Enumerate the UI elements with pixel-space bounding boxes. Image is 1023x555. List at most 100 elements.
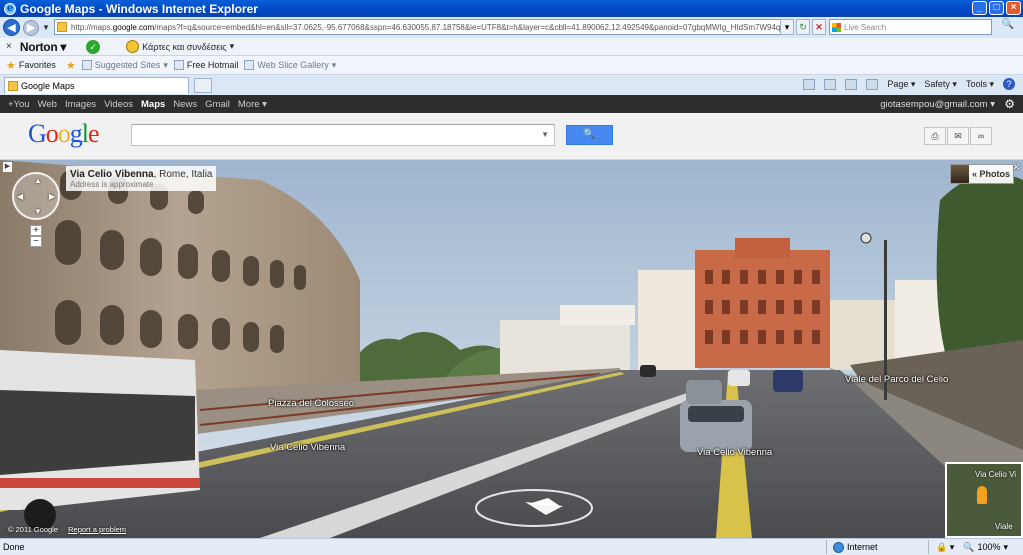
url-field[interactable]: http://maps. google.com/maps?f=q&source=e… [54, 19, 792, 35]
back-button[interactable]: ◀ [3, 19, 20, 36]
security-zone[interactable]: Internet [833, 541, 878, 553]
photos-button[interactable]: « Photos [949, 164, 1014, 184]
email-button[interactable]: ✉ [947, 127, 969, 145]
arrow-left-icon: ◀ [7, 22, 16, 34]
gbar-link-gmail[interactable]: Gmail [205, 99, 230, 110]
magnifier-zoom-icon: 🔍 [963, 541, 975, 552]
gbar-link-videos[interactable]: Videos [104, 99, 133, 110]
refresh-button[interactable]: ↻ [796, 19, 810, 35]
tools-menu-label: Tools [965, 78, 987, 89]
favorites-button[interactable]: ★ Favorites [6, 59, 56, 72]
safety-menu-label: Safety [924, 78, 950, 89]
protected-mode-icon[interactable]: 🔒 ▾ [936, 542, 954, 553]
google-logo[interactable]: Google [28, 119, 100, 149]
printer-icon: ⎙ [931, 131, 939, 141]
help-icon[interactable]: ? [1003, 78, 1015, 90]
zoom-in-button[interactable]: + [30, 225, 42, 236]
gbar-link-web[interactable]: Web [38, 99, 57, 110]
report-problem-link[interactable]: Report a problem [68, 525, 126, 534]
gbar-link-maps[interactable]: Maps [141, 99, 165, 110]
history-dropdown-icon[interactable]: ▼ [42, 23, 50, 32]
maps-search-input[interactable]: ▼ [131, 124, 555, 146]
web-slice-gallery-link[interactable]: Web Slice Gallery ▾ [244, 60, 336, 71]
street-view-minimap[interactable]: Via Celio Vi Viale [945, 462, 1023, 538]
norton-logo-text: Norton [19, 39, 58, 54]
web-slice-gallery-label: Web Slice Gallery [257, 60, 329, 70]
status-divider [826, 540, 827, 554]
tab-bar: Google Maps Page ▾ Safety ▾ Tools ▾ ? [0, 75, 1023, 95]
norton-logo[interactable]: Norton ▾ [19, 39, 67, 54]
gbar-link-you[interactable]: +You [8, 99, 30, 110]
photos-label: « Photos [971, 169, 1010, 179]
url-host: google.com [112, 22, 155, 32]
search-go-button[interactable]: 🔍 [995, 19, 1021, 35]
street-view-close-icon[interactable]: ✕ [1012, 162, 1020, 173]
gear-icon[interactable]: ⚙ [1004, 97, 1015, 111]
print-icon[interactable] [866, 78, 879, 90]
minimap-label-bottom: Viale [995, 522, 1013, 531]
print-button[interactable]: ⎙ [924, 127, 946, 145]
user-account-menu[interactable]: giotasempou@gmail.com ▾ [880, 99, 995, 110]
norton-cards-button[interactable]: Κάρτες και συνδέσεις ▾ [126, 40, 234, 53]
page-menu-label: Page [887, 78, 909, 89]
stop-icon: ✕ [815, 22, 823, 32]
gbar-link-images[interactable]: Images [65, 99, 96, 110]
zoom-out-button[interactable]: − [30, 236, 42, 247]
tools-menu[interactable]: Tools ▾ [966, 79, 994, 90]
new-tab-button[interactable] [194, 78, 212, 93]
ie-small-icon [81, 60, 92, 70]
window-title: Google Maps - Windows Internet Explorer [20, 1, 258, 16]
chain-link-icon: ∞ [977, 131, 985, 141]
street-view-address: Via Celio Vibenna, Rome, Italia Address … [66, 166, 217, 191]
pegman-icon[interactable] [977, 486, 987, 504]
feeds-icon[interactable] [824, 78, 837, 90]
add-favorite-icon[interactable]: ★ [66, 59, 76, 72]
google-header: Google ▼ 🔍 ⎙ ✉ ∞ [0, 113, 1023, 160]
zoom-level-button[interactable]: 🔍 100% ▾ [963, 542, 1008, 553]
pan-down-icon[interactable]: ▼ [34, 207, 42, 216]
hotmail-icon [173, 60, 184, 70]
user-email: giotasempou@gmail.com [880, 98, 988, 110]
url-rest: /maps?f=q&source=embed&hl=en&sll=37.0625… [154, 22, 792, 32]
favorites-bar: ★ Favorites ★ Suggested Sites ▾ Free Hot… [0, 56, 1023, 75]
pan-right-icon[interactable]: ▶ [49, 192, 55, 201]
envelope-icon: ✉ [954, 131, 962, 141]
safety-menu[interactable]: Safety ▾ [924, 79, 957, 90]
search-dropdown-icon[interactable]: ▼ [541, 130, 549, 139]
stop-button[interactable]: ✕ [812, 19, 826, 35]
search-icon: 🔍 [583, 129, 596, 140]
collapse-panel-button[interactable]: ▶ [3, 162, 12, 172]
forward-button[interactable]: ▶ [23, 19, 39, 36]
zone-label: Internet [847, 542, 878, 552]
norton-close-button[interactable]: × [6, 41, 12, 52]
mail-icon[interactable] [845, 78, 858, 90]
maps-search-button[interactable]: 🔍 [566, 125, 613, 145]
street-label-piazza: Piazza del Colosseo [268, 398, 355, 409]
command-bar: Page ▾ Safety ▾ Tools ▾ ? [803, 78, 1015, 90]
maximize-button[interactable]: □ [989, 1, 1004, 15]
free-hotmail-link[interactable]: Free Hotmail [173, 60, 239, 70]
star-icon: ★ [6, 59, 16, 72]
page-menu[interactable]: Page ▾ [887, 79, 915, 90]
pan-left-icon[interactable]: ◀ [17, 192, 23, 201]
live-search-input[interactable]: Live Search [829, 19, 992, 35]
lock-icon [126, 40, 140, 53]
link-button[interactable]: ∞ [970, 127, 992, 145]
copyright-notice: © 2011 Google Report a problem [8, 525, 126, 534]
pan-control[interactable]: ▲ ▼ ◀ ▶ [12, 172, 60, 220]
minimize-button[interactable]: _ [972, 1, 987, 15]
norton-toolbar: × Norton ▾ ✓ Κάρτες και συνδέσεις ▾ [0, 38, 1023, 56]
norton-check-icon[interactable]: ✓ [86, 39, 101, 54]
pan-up-icon[interactable]: ▲ [34, 176, 42, 185]
street-view-panorama[interactable]: ▶ ▲ ▼ ◀ ▶ + − Via Celio Vibenna, Rome, I… [0, 160, 1023, 538]
tab-google-maps[interactable]: Google Maps [4, 77, 189, 94]
gbar-link-more[interactable]: More ▾ [238, 99, 267, 110]
free-hotmail-label: Free Hotmail [186, 60, 239, 70]
web-slice-icon [244, 60, 255, 70]
status-divider-2 [928, 540, 929, 554]
home-icon[interactable] [803, 78, 816, 90]
gbar-link-news[interactable]: News [173, 99, 197, 110]
url-dropdown-button[interactable]: ▾ [780, 19, 794, 35]
close-window-button[interactable]: × [1006, 1, 1021, 15]
suggested-sites-link[interactable]: Suggested Sites ▾ [81, 60, 168, 71]
